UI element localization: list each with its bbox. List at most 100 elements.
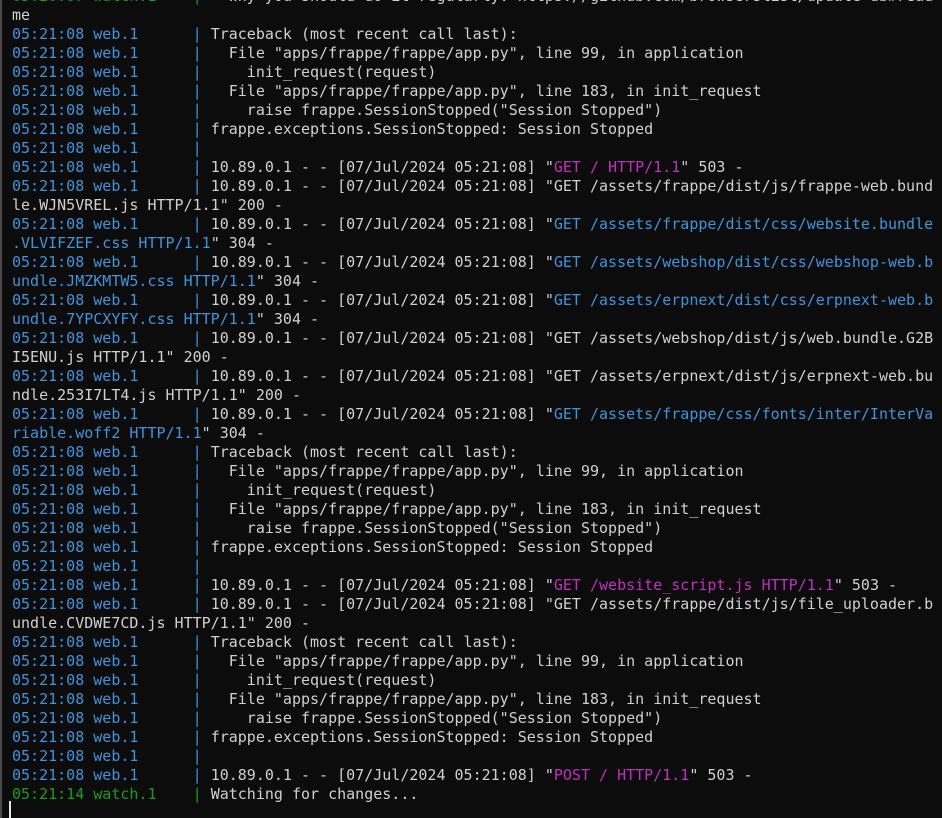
log-separator: | xyxy=(192,82,202,100)
log-process-name: web.1 xyxy=(93,652,139,670)
log-process-name: web.1 xyxy=(93,291,139,309)
log-process-name: web.1 xyxy=(93,500,139,518)
log-separator: | xyxy=(192,728,202,746)
log-line: 05:21:08 web.1 | Traceback (most recent … xyxy=(12,25,937,44)
log-timestamp: 05:21:08 xyxy=(12,576,85,594)
log-message-segment: ndle.253I7LT4.js HTTP/1.1" 200 - xyxy=(12,386,301,404)
log-line: 05:20:07 watch.1 | Why you should do it … xyxy=(12,0,937,6)
log-message-segment: 10.89.0.1 - - [07/Jul/2024 05:21:08] " xyxy=(210,405,554,423)
log-process-name: web.1 xyxy=(93,329,139,347)
log-timestamp: 05:21:08 xyxy=(12,405,85,423)
log-separator: | xyxy=(192,44,202,62)
log-process-name: web.1 xyxy=(93,25,139,43)
log-line: 05:21:08 web.1 | File "apps/frappe/frapp… xyxy=(12,690,937,709)
log-message-segment: me xyxy=(12,6,31,24)
log-message-segment: riable.woff2 HTTP/1.1 xyxy=(12,424,202,442)
terminal-window[interactable]: 05:20:07 watch.1 | Why you should do it … xyxy=(0,0,942,818)
log-message-segment: " 304 - xyxy=(255,310,320,328)
log-process-name: web.1 xyxy=(93,139,139,157)
log-message-segment: File "apps/frappe/frappe/app.py", line 1… xyxy=(210,82,762,100)
log-line: 05:21:08 web.1 | File "apps/frappe/frapp… xyxy=(12,652,937,671)
log-separator: | xyxy=(192,785,202,803)
log-message-segment: 10.89.0.1 - - [07/Jul/2024 05:21:08] " xyxy=(210,253,554,271)
log-message-segment: " 304 - xyxy=(201,424,265,442)
log-line: 05:21:08 web.1 | xyxy=(12,139,937,158)
log-line: 05:21:08 web.1 | init_request(request) xyxy=(12,481,937,500)
log-timestamp: 05:21:08 xyxy=(12,538,85,556)
log-process-name: web.1 xyxy=(93,747,139,765)
log-process-name: web.1 xyxy=(93,158,139,176)
log-separator: | xyxy=(192,671,202,689)
log-process-name: watch.1 xyxy=(93,785,157,803)
log-separator: | xyxy=(192,538,202,556)
log-line-continuation: le.WJN5VREL.js HTTP/1.1" 200 - xyxy=(12,196,937,215)
log-message-segment: GET /assets/erpnext/dist/css/erpnext-web… xyxy=(553,291,934,309)
log-line: 05:21:08 web.1 | xyxy=(12,747,937,766)
log-line: 05:21:08 web.1 | File "apps/frappe/frapp… xyxy=(12,462,937,481)
log-message-segment: File "apps/frappe/frappe/app.py", line 1… xyxy=(210,500,762,518)
log-message-segment: frappe.exceptions.SessionStopped: Sessio… xyxy=(210,120,654,138)
log-process-name: web.1 xyxy=(93,177,139,195)
log-timestamp: 05:21:08 xyxy=(12,82,85,100)
log-timestamp: 05:21:08 xyxy=(12,557,85,575)
log-message-segment: frappe.exceptions.SessionStopped: Sessio… xyxy=(210,728,654,746)
terminal-output[interactable]: 05:20:07 watch.1 | Why you should do it … xyxy=(12,0,937,804)
log-process-name: web.1 xyxy=(93,728,139,746)
log-timestamp: 05:21:08 xyxy=(12,291,85,309)
log-process-name: web.1 xyxy=(93,766,139,784)
log-separator: | xyxy=(192,329,202,347)
log-message-segment: le.WJN5VREL.js HTTP/1.1" 200 - xyxy=(12,196,283,214)
log-message-segment: raise frappe.SessionStopped("Session Sto… xyxy=(210,519,663,537)
log-line: 05:21:08 web.1 | 10.89.0.1 - - [07/Jul/2… xyxy=(12,595,937,614)
log-separator: | xyxy=(192,766,202,784)
log-message-segment: " 304 - xyxy=(255,272,320,290)
log-message-segment: raise frappe.SessionStopped("Session Sto… xyxy=(210,709,663,727)
log-separator: | xyxy=(192,120,202,138)
log-timestamp: 05:21:08 xyxy=(12,44,85,62)
log-timestamp: 05:21:08 xyxy=(12,462,85,480)
log-line: 05:21:08 web.1 | 10.89.0.1 - - [07/Jul/2… xyxy=(12,766,937,785)
log-line: 05:21:08 web.1 | raise frappe.SessionSto… xyxy=(12,101,937,120)
log-process-name: web.1 xyxy=(93,120,139,138)
log-line-continuation: undle.7YPCXYFY.css HTTP/1.1" 304 - xyxy=(12,310,937,329)
log-timestamp: 05:21:08 xyxy=(12,329,85,347)
log-separator: | xyxy=(192,291,202,309)
log-message-segment: " 503 - xyxy=(680,158,744,176)
log-message-segment: " 503 - xyxy=(833,576,898,594)
log-message-segment: GET /assets/frappe/css/fonts/inter/Inter… xyxy=(553,405,934,423)
log-message-segment: undle.JMZKMTW5.css HTTP/1.1 xyxy=(12,272,256,290)
log-timestamp: 05:21:08 xyxy=(12,481,85,499)
log-message-segment: 10.89.0.1 - - [07/Jul/2024 05:21:08] "GE… xyxy=(210,177,934,195)
log-process-name: web.1 xyxy=(93,709,139,727)
log-separator: | xyxy=(192,443,202,461)
text-cursor xyxy=(9,801,11,818)
log-line: 05:21:08 web.1 | frappe.exceptions.Sessi… xyxy=(12,538,937,557)
log-line: 05:21:08 web.1 | xyxy=(12,557,937,576)
log-process-name: web.1 xyxy=(93,538,139,556)
log-line-continuation: riable.woff2 HTTP/1.1" 304 - xyxy=(12,424,937,443)
log-separator: | xyxy=(192,500,202,518)
log-message-segment: Traceback (most recent call last): xyxy=(210,25,518,43)
log-separator: | xyxy=(192,747,202,765)
log-message-segment: 10.89.0.1 - - [07/Jul/2024 05:21:08] " xyxy=(210,215,554,233)
log-message-segment: Watching for changes... xyxy=(210,785,419,803)
log-separator: | xyxy=(192,158,202,176)
log-message-segment: File "apps/frappe/frappe/app.py", line 9… xyxy=(210,44,744,62)
log-timestamp: 05:20:07 xyxy=(12,0,84,5)
log-line: 05:21:08 web.1 | raise frappe.SessionSto… xyxy=(12,519,937,538)
log-timestamp: 05:21:08 xyxy=(12,690,85,708)
log-process-name: web.1 xyxy=(93,576,139,594)
log-separator: | xyxy=(192,101,202,119)
log-message-segment: .VLVIFZEF.css HTTP/1.1 xyxy=(12,234,211,252)
log-separator: | xyxy=(192,462,202,480)
log-message-segment: 10.89.0.1 - - [07/Jul/2024 05:21:08] "GE… xyxy=(210,367,934,385)
log-separator: | xyxy=(192,253,202,271)
log-line-continuation: ndle.253I7LT4.js HTTP/1.1" 200 - xyxy=(12,386,937,405)
log-line: 05:21:08 web.1 | frappe.exceptions.Sessi… xyxy=(12,728,937,747)
log-separator: | xyxy=(192,405,202,423)
log-message-segment: 10.89.0.1 - - [07/Jul/2024 05:21:08] " xyxy=(210,576,554,594)
log-message-segment: " 304 - xyxy=(210,234,274,252)
log-line-continuation: undle.CVDWE7CD.js HTTP/1.1" 200 - xyxy=(12,614,937,633)
log-process-name: web.1 xyxy=(93,557,139,575)
log-timestamp: 05:21:08 xyxy=(12,177,85,195)
